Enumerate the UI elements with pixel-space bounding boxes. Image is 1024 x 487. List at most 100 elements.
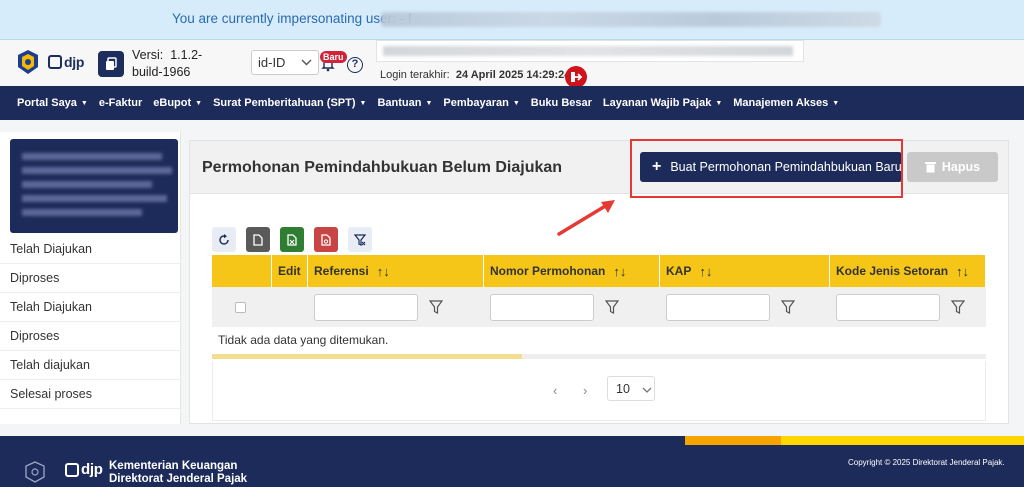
redacted-user-info (381, 12, 881, 27)
excel-icon (287, 233, 297, 246)
export-pdf-button[interactable] (314, 227, 338, 252)
redacted-user-name (383, 46, 793, 56)
nav-item-1[interactable]: e-Faktur (99, 97, 142, 109)
clear-filter-button[interactable] (348, 227, 372, 252)
sidebar-item-5[interactable]: Selesai proses (0, 380, 181, 409)
help-icon[interactable]: ? (347, 57, 363, 73)
main-nav: Portal Saya ▼ e-Faktur eBupot ▼ Surat Pemberi… (0, 86, 1024, 120)
nav-item-8[interactable]: Manajemen Akses ▼ (733, 97, 839, 109)
footer-djp-logo: djp (65, 461, 103, 478)
scrollbar-thumb[interactable] (212, 354, 522, 359)
sort-icon[interactable]: ↑↓ (956, 264, 969, 279)
column-header-0 (212, 255, 272, 287)
chevron-down-icon (642, 387, 652, 393)
impersonation-banner: You are currently impersonating user: - … (0, 0, 1024, 40)
file-icon (253, 233, 263, 246)
nav-item-0[interactable]: Portal Saya ▼ (17, 97, 88, 109)
caret-down-icon: ▼ (359, 99, 367, 107)
sidebar-item-4[interactable]: Telah diajukan (0, 351, 181, 380)
table-header: Edit Referensi ↑↓ Nomor Permohonan ↑↓ KAP ↑↓ Ko… (212, 255, 986, 287)
next-page-icon[interactable]: › (583, 383, 587, 398)
page-title: Permohonan Pemindahbukuan Belum Diajukan (202, 159, 563, 176)
sidebar-item-1[interactable]: Diproses (0, 264, 181, 293)
request-table: Edit Referensi ↑↓ Nomor Permohonan ↑↓ KAP ↑↓ Ko… (212, 255, 986, 359)
horizontal-scrollbar[interactable] (212, 354, 986, 359)
page-size-select[interactable]: 10 (607, 376, 655, 401)
caret-down-icon: ▼ (80, 99, 88, 107)
pagination: ‹ › 10 (212, 361, 986, 421)
nav-item-5[interactable]: Pembayaran ▼ (443, 97, 519, 109)
filter-input[interactable] (836, 293, 940, 321)
column-header-5[interactable]: Kode Jenis Setoran ↑↓ (830, 255, 986, 287)
caret-down-icon: ▼ (832, 99, 840, 107)
annotation-arrow-icon (557, 200, 615, 236)
column-header-2[interactable]: Referensi ↑↓ (308, 255, 484, 287)
column-header-3[interactable]: Nomor Permohonan ↑↓ (484, 255, 660, 287)
logout-button[interactable] (565, 66, 587, 88)
kemenkeu-logo-icon (25, 461, 45, 483)
filter-input[interactable] (666, 293, 770, 321)
sidebar-profile-card (10, 139, 178, 233)
footer-copyright: Copyright © 2025 Direktorat Jenderal Paj… (848, 458, 1005, 467)
footer: djp Kementerian Keuangan Direktorat Jend… (0, 436, 1024, 487)
version-label: Versi: (132, 48, 164, 62)
nav-item-2[interactable]: eBupot ▼ (153, 97, 202, 109)
nav-item-label: Portal Saya (17, 97, 77, 109)
language-value: id-ID (258, 55, 286, 70)
caret-down-icon: ▼ (715, 99, 723, 107)
last-login-value: 24 April 2025 14:29:24 (455, 69, 571, 81)
nav-item-label: Manajemen Akses (733, 97, 829, 109)
last-login-label: Login terakhir: (380, 69, 450, 81)
copy-icon (106, 57, 117, 70)
djp-logo: djp (48, 52, 88, 72)
trash-icon (924, 162, 936, 173)
filter-input[interactable] (490, 293, 594, 321)
nav-item-4[interactable]: Bantuan ▼ (377, 97, 432, 109)
footer-org-line1: Kementerian Keuangan (109, 460, 238, 472)
sidebar-item-2[interactable]: Telah Diajukan (0, 293, 181, 322)
filter-row (212, 287, 986, 327)
filter-icon[interactable] (781, 300, 795, 314)
djp-logo-icon (48, 55, 62, 69)
nav-item-label: Surat Pemberitahuan (SPT) (213, 97, 356, 109)
version-info: Versi: 1.1.2-build-1966 (132, 47, 232, 81)
sidebar-item-0[interactable]: Telah Diajukan (0, 235, 181, 264)
filter-cell-2 (308, 293, 484, 321)
nav-item-label: Pembayaran (443, 97, 509, 109)
export-file-button[interactable] (246, 227, 270, 252)
app-header: djp Versi: 1.1.2-build-1966 id-ID Baru ?… (0, 40, 1024, 88)
nav-item-7[interactable]: Layanan Wajib Pajak ▼ (603, 97, 722, 109)
column-header-label: Kode Jenis Setoran (836, 264, 949, 278)
filter-icon[interactable] (605, 300, 619, 314)
copy-button[interactable] (98, 51, 124, 77)
export-excel-button[interactable] (280, 227, 304, 252)
select-all-checkbox[interactable] (235, 301, 246, 313)
column-header-label: KAP (666, 264, 692, 278)
main-panel: Permohonan Pemindahbukuan Belum Diajukan… (189, 139, 1009, 424)
caret-down-icon: ▼ (512, 99, 520, 107)
filter-icon[interactable] (951, 300, 965, 314)
nav-item-label: Buku Besar (530, 97, 592, 109)
sort-icon[interactable]: ↑↓ (613, 264, 626, 279)
sort-icon[interactable]: ↑↓ (377, 264, 390, 279)
sidebar-item-3[interactable]: Diproses (0, 322, 181, 351)
language-select[interactable]: id-ID (251, 50, 319, 75)
column-header-4[interactable]: KAP ↑↓ (660, 255, 830, 287)
chevron-down-icon (301, 59, 312, 66)
impersonation-text: You are currently impersonating user: - … (172, 11, 412, 26)
filter-icon[interactable] (429, 300, 443, 314)
previous-page-icon[interactable]: ‹ (553, 383, 557, 398)
caret-down-icon: ▼ (425, 99, 433, 107)
column-header-label: Nomor Permohonan (490, 264, 606, 278)
column-header-1: Edit (272, 255, 308, 287)
delete-button[interactable]: Hapus (907, 152, 998, 182)
filter-input[interactable] (314, 293, 418, 321)
filter-cell-4 (660, 293, 830, 321)
column-header-label: Referensi (314, 264, 369, 278)
refresh-button[interactable] (212, 227, 236, 252)
kemenkeu-logo-icon (18, 50, 38, 74)
nav-item-3[interactable]: Surat Pemberitahuan (SPT) ▼ (213, 97, 366, 109)
empty-message: Tidak ada data yang ditemukan. (212, 327, 986, 354)
sort-icon[interactable]: ↑↓ (699, 264, 712, 279)
nav-item-6[interactable]: Buku Besar (531, 97, 592, 109)
